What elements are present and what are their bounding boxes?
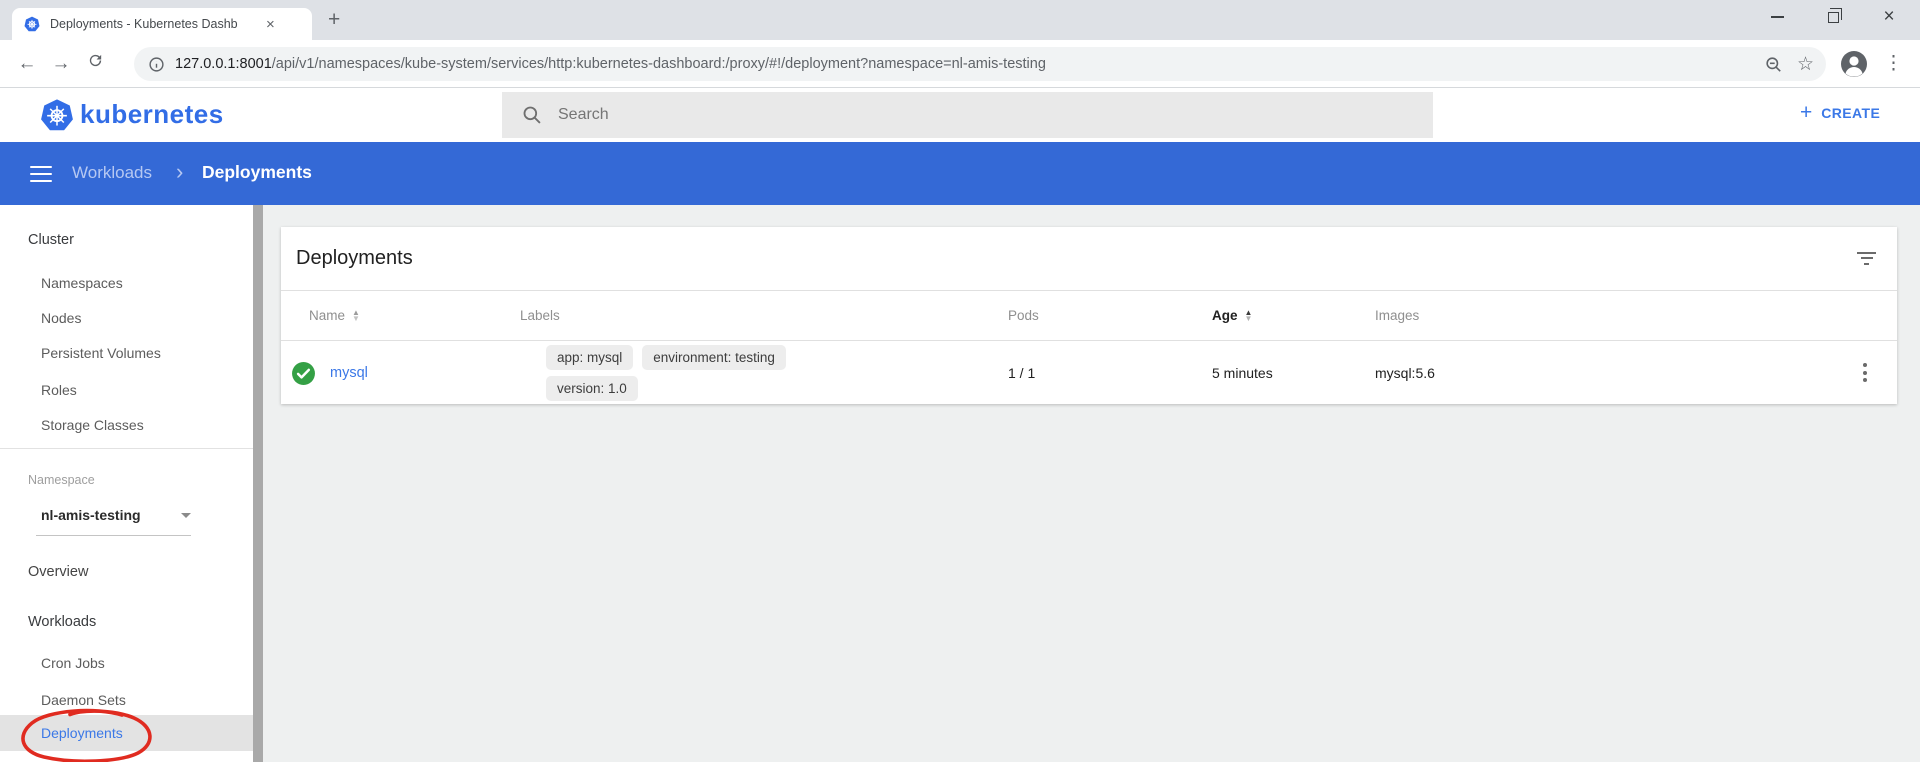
url-bar[interactable]: 127.0.0.1:8001/api/v1/namespaces/kube-sy… <box>134 47 1826 81</box>
column-header-name[interactable]: Name ▲▼ <box>309 307 360 325</box>
search-placeholder: Search <box>558 106 609 124</box>
zoom-out-indicator-icon[interactable] <box>1764 55 1783 74</box>
app-header: kubernetes Search + CREATE <box>0 88 1920 142</box>
breadcrumb-chevron-icon: › <box>176 159 183 185</box>
sidebar-active-highlight <box>0 715 253 751</box>
tab-title: Deployments - Kubernetes Dashb <box>50 17 262 31</box>
tab-close-icon[interactable]: × <box>266 17 275 32</box>
browser-menu-kebab-icon[interactable]: ⋮ <box>1884 49 1903 79</box>
url-text[interactable]: 127.0.0.1:8001/api/v1/namespaces/kube-sy… <box>175 56 1750 72</box>
kubernetes-favicon-icon <box>24 16 40 32</box>
age-value: 5 minutes <box>1212 363 1273 383</box>
url-host: 127.0.0.1:8001 <box>175 56 272 72</box>
sidebar-section-workloads[interactable]: Workloads <box>28 612 96 632</box>
kubernetes-logo-icon <box>40 98 74 137</box>
brand-wordmark[interactable]: kubernetes <box>80 99 224 130</box>
window-close-button[interactable]: × <box>1866 0 1912 34</box>
browser-window: Deployments - Kubernetes Dashb × + × ← →… <box>0 0 1920 762</box>
sidebar-nav: Cluster Namespaces Nodes Persistent Volu… <box>0 205 253 762</box>
card-title: Deployments <box>296 247 413 270</box>
namespace-select[interactable]: nl-amis-testing <box>41 505 191 525</box>
browser-address-bar: ← → 127.0.0.1:8001/api/v1/namespaces/kub… <box>0 40 1920 88</box>
sidebar-item-cron-jobs[interactable]: Cron Jobs <box>41 653 105 673</box>
profile-avatar[interactable] <box>1840 50 1868 83</box>
restore-icon <box>1828 12 1839 23</box>
images-value: mysql:5.6 <box>1375 363 1435 383</box>
new-tab-button[interactable]: + <box>328 7 340 33</box>
url-path: /api/v1/namespaces/kube-system/services/… <box>272 56 1046 72</box>
sidebar-scrollbar[interactable] <box>253 205 263 762</box>
browser-nav-buttons: ← → <box>10 52 112 75</box>
header-divider <box>281 340 1897 341</box>
toolbar: Workloads › Deployments <box>0 142 1920 205</box>
chevron-down-icon <box>181 513 191 518</box>
sidebar-section-cluster[interactable]: Cluster <box>28 230 74 250</box>
browser-tab[interactable]: Deployments - Kubernetes Dashb × <box>12 8 312 40</box>
sidebar-item-overview[interactable]: Overview <box>28 562 88 582</box>
label-chip: app: mysql <box>546 345 633 370</box>
status-ok-icon <box>291 361 316 391</box>
label-chips-row1: app: mysql environment: testing <box>546 345 786 370</box>
forward-icon[interactable]: → <box>44 53 78 75</box>
minimize-icon <box>1771 16 1784 18</box>
namespace-select-underline <box>36 535 191 536</box>
main-content: Deployments Name ▲▼ Labels Pods Age ▲▼ I… <box>263 205 1920 762</box>
column-header-images[interactable]: Images <box>1375 307 1419 325</box>
hamburger-menu-icon[interactable] <box>30 166 52 182</box>
column-header-labels[interactable]: Labels <box>520 307 560 325</box>
deployment-name-link[interactable]: mysql <box>330 363 368 383</box>
bookmark-star-icon[interactable]: ☆ <box>1797 53 1814 76</box>
deployments-card: Deployments Name ▲▼ Labels Pods Age ▲▼ I… <box>281 227 1897 404</box>
column-header-age[interactable]: Age ▲▼ <box>1212 307 1252 325</box>
breadcrumb-parent[interactable]: Workloads <box>72 163 152 183</box>
label-chip: environment: testing <box>642 345 786 370</box>
label-chips-row2: version: 1.0 <box>546 376 638 401</box>
sort-icon[interactable]: ▲▼ <box>1245 310 1253 323</box>
sidebar-item-deployments[interactable]: Deployments <box>41 723 123 743</box>
pods-value: 1 / 1 <box>1008 363 1035 383</box>
filter-icon[interactable] <box>1857 252 1876 268</box>
window-minimize-button[interactable] <box>1754 0 1800 34</box>
page-info-icon[interactable] <box>148 56 165 73</box>
label-chip: version: 1.0 <box>546 376 638 401</box>
app-search-input[interactable]: Search <box>502 92 1433 138</box>
plus-icon: + <box>1800 102 1812 123</box>
sidebar-item-roles[interactable]: Roles <box>41 380 77 400</box>
namespace-label: Namespace <box>28 472 95 488</box>
search-icon <box>522 105 542 125</box>
sort-icon[interactable]: ▲▼ <box>352 310 360 323</box>
sidebar-item-namespaces[interactable]: Namespaces <box>41 273 123 293</box>
sidebar-item-storage-classes[interactable]: Storage Classes <box>41 415 144 435</box>
row-actions-kebab-icon[interactable] <box>1863 363 1867 382</box>
back-icon[interactable]: ← <box>10 53 44 75</box>
create-button[interactable]: + CREATE <box>1800 102 1880 123</box>
namespace-value: nl-amis-testing <box>41 507 141 523</box>
browser-tab-bar: Deployments - Kubernetes Dashb × + × <box>0 0 1920 40</box>
sidebar-divider <box>0 448 253 449</box>
window-restore-button[interactable] <box>1810 0 1856 34</box>
sidebar-item-nodes[interactable]: Nodes <box>41 308 81 328</box>
column-header-pods[interactable]: Pods <box>1008 307 1039 325</box>
reload-icon[interactable] <box>78 52 112 75</box>
create-label: CREATE <box>1821 105 1880 121</box>
sidebar-item-persistent-volumes[interactable]: Persistent Volumes <box>41 343 161 363</box>
card-divider <box>281 290 1897 291</box>
sidebar-item-daemon-sets[interactable]: Daemon Sets <box>41 690 126 710</box>
breadcrumb-current: Deployments <box>202 162 312 183</box>
